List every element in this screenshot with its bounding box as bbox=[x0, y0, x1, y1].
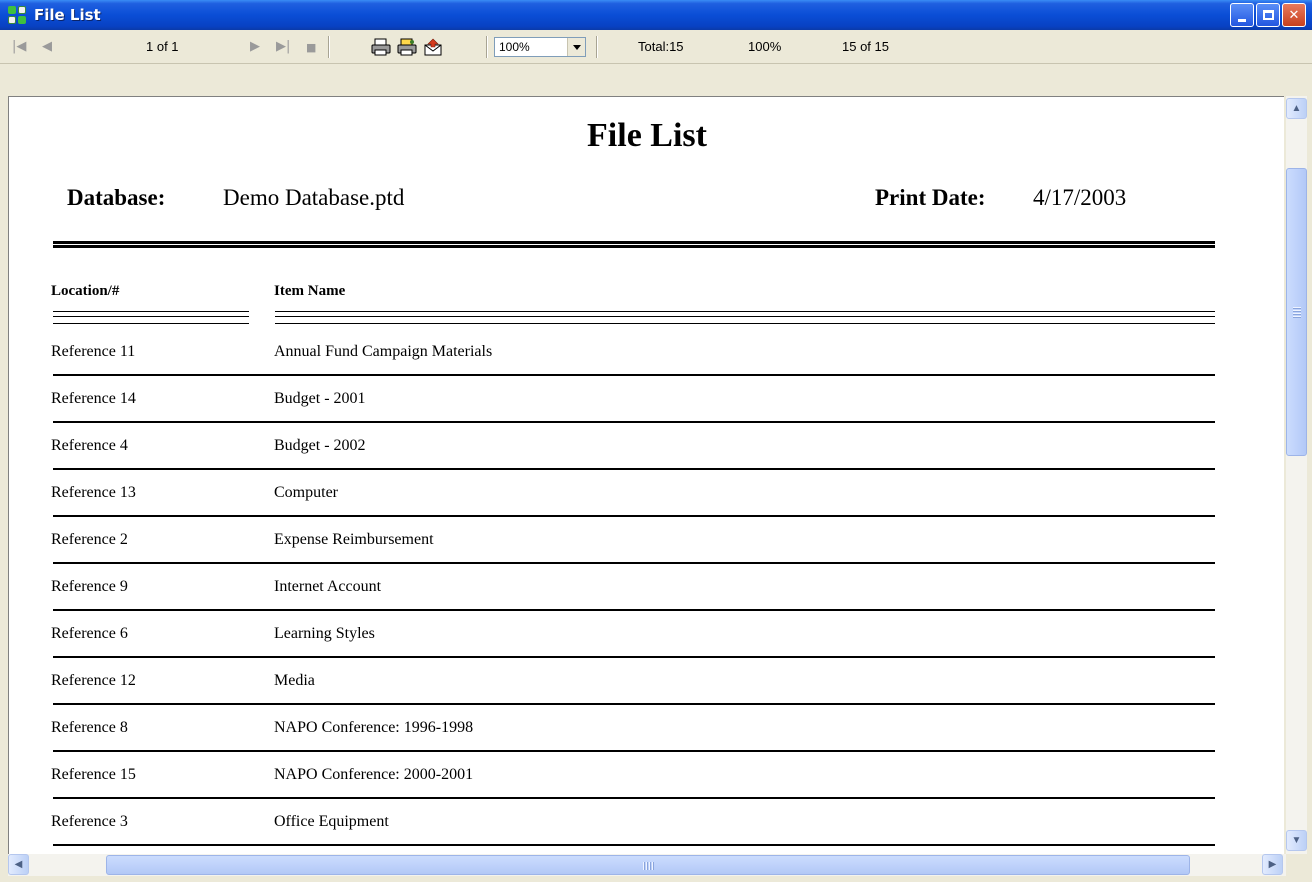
table-row: Reference 2 Expense Reimbursement bbox=[9, 517, 1284, 564]
location-cell: Reference 6 bbox=[51, 625, 128, 642]
print-date-value: 4/17/2003 bbox=[1033, 185, 1127, 210]
print-setup-icon[interactable] bbox=[396, 36, 418, 58]
report-rows: Reference 11 Annual Fund Campaign Materia… bbox=[9, 329, 1284, 846]
table-row: Reference 12 Media bbox=[9, 658, 1284, 705]
scroll-right-button[interactable]: ▶ bbox=[1262, 854, 1283, 875]
location-cell: Reference 14 bbox=[51, 390, 136, 407]
header-divider bbox=[53, 241, 1215, 248]
scroll-up-button[interactable]: ▲ bbox=[1286, 98, 1307, 119]
location-cell: Reference 2 bbox=[51, 531, 128, 548]
chevron-up-icon: ▲ bbox=[1291, 103, 1302, 114]
location-cell: Reference 4 bbox=[51, 437, 128, 454]
item-name-cell: Budget - 2001 bbox=[274, 390, 366, 407]
table-row: Reference 6 Learning Styles bbox=[9, 611, 1284, 658]
table-row: Reference 8 NAPO Conference: 1996-1998 bbox=[9, 705, 1284, 752]
table-row: Reference 15 NAPO Conference: 2000-2001 bbox=[9, 752, 1284, 799]
vertical-scrollbar[interactable]: ▲ ▼ bbox=[1286, 96, 1307, 854]
report-viewport[interactable]: File List Database: Demo Database.ptd Pr… bbox=[8, 96, 1284, 854]
item-name-cell: Annual Fund Campaign Materials bbox=[274, 343, 493, 360]
table-row: Reference 9 Internet Account bbox=[9, 564, 1284, 611]
scroll-left-button[interactable]: ◀ bbox=[8, 854, 29, 875]
print-icon[interactable] bbox=[370, 36, 392, 58]
minimize-icon bbox=[1238, 18, 1246, 22]
export-mail-icon[interactable] bbox=[422, 36, 444, 58]
location-cell: Reference 15 bbox=[51, 766, 136, 783]
location-cell: Reference 12 bbox=[51, 672, 136, 689]
minimize-button[interactable] bbox=[1230, 3, 1254, 27]
item-name-cell: NAPO Conference: 2000-2001 bbox=[274, 766, 474, 783]
last-page-icon[interactable]: ▶| bbox=[276, 39, 290, 54]
column-header-item-name: Item Name bbox=[274, 283, 346, 299]
table-row: Reference 11 Annual Fund Campaign Materia… bbox=[9, 329, 1284, 376]
vertical-scroll-thumb[interactable] bbox=[1286, 168, 1307, 456]
record-status: 15 of 15 bbox=[842, 39, 889, 54]
location-cell: Reference 8 bbox=[51, 719, 128, 736]
table-row: Reference 3 Office Equipment bbox=[9, 799, 1284, 846]
table-row: Reference 13 Computer bbox=[9, 470, 1284, 517]
dropdown-arrow-icon[interactable] bbox=[567, 38, 585, 56]
chevron-down-icon: ▼ bbox=[1291, 835, 1302, 846]
horizontal-scrollbar[interactable]: ◀ ▶ bbox=[8, 854, 1286, 876]
item-name-cell: Learning Styles bbox=[274, 625, 375, 642]
window-title: File List bbox=[34, 6, 101, 24]
item-name-cell: Media bbox=[274, 672, 315, 689]
close-icon: ✕ bbox=[1288, 7, 1300, 23]
item-name-cell: Budget - 2002 bbox=[274, 437, 366, 454]
page-status: 1 of 1 bbox=[146, 39, 179, 54]
location-cell: Reference 13 bbox=[51, 484, 136, 501]
print-date-label: Print Date: bbox=[875, 185, 986, 210]
stop-icon[interactable]: ■ bbox=[306, 41, 316, 54]
total-count: Total:15 bbox=[638, 39, 684, 54]
report-toolbar: |◀ ◀ 1 of 1 ▶ ▶| ■ 100% Total:15 100% 15… bbox=[0, 30, 1312, 64]
previous-page-icon[interactable]: ◀ bbox=[42, 39, 52, 54]
database-value: Demo Database.ptd bbox=[223, 185, 405, 210]
close-button[interactable]: ✕ bbox=[1282, 3, 1306, 27]
restore-icon bbox=[1262, 10, 1274, 20]
item-name-cell: Office Equipment bbox=[274, 813, 389, 830]
report-title: File List bbox=[587, 117, 707, 154]
column-header-location: Location/# bbox=[51, 283, 120, 299]
location-cell: Reference 11 bbox=[51, 343, 136, 360]
item-name-cell: Computer bbox=[274, 484, 338, 501]
chevron-right-icon: ▶ bbox=[1268, 859, 1277, 870]
chevron-left-icon: ◀ bbox=[14, 859, 23, 870]
next-page-icon[interactable]: ▶ bbox=[250, 39, 260, 54]
table-row: Reference 14 Budget - 2001 bbox=[9, 376, 1284, 423]
toolbar-spacer bbox=[0, 64, 1312, 96]
zoom-value: 100% bbox=[499, 40, 530, 54]
location-cell: Reference 3 bbox=[51, 813, 128, 830]
item-name-cell: NAPO Conference: 1996-1998 bbox=[274, 719, 474, 736]
location-cell: Reference 9 bbox=[51, 578, 128, 595]
table-row: Reference 4 Budget - 2002 bbox=[9, 423, 1284, 470]
first-page-icon[interactable]: |◀ bbox=[12, 39, 26, 54]
item-name-cell: Internet Account bbox=[274, 578, 382, 595]
app-icon bbox=[8, 6, 26, 24]
zoom-dropdown[interactable]: 100% bbox=[494, 37, 586, 57]
horizontal-scroll-thumb[interactable] bbox=[106, 855, 1190, 875]
column-header-rule bbox=[53, 311, 249, 324]
database-label: Database: bbox=[67, 185, 166, 210]
title-bar[interactable]: File List ✕ bbox=[0, 0, 1312, 30]
scroll-down-button[interactable]: ▼ bbox=[1286, 830, 1307, 851]
item-name-cell: Expense Reimbursement bbox=[274, 531, 434, 548]
column-header-rule bbox=[275, 311, 1215, 324]
zoom-percent: 100% bbox=[748, 39, 782, 54]
restore-button[interactable] bbox=[1256, 3, 1280, 27]
